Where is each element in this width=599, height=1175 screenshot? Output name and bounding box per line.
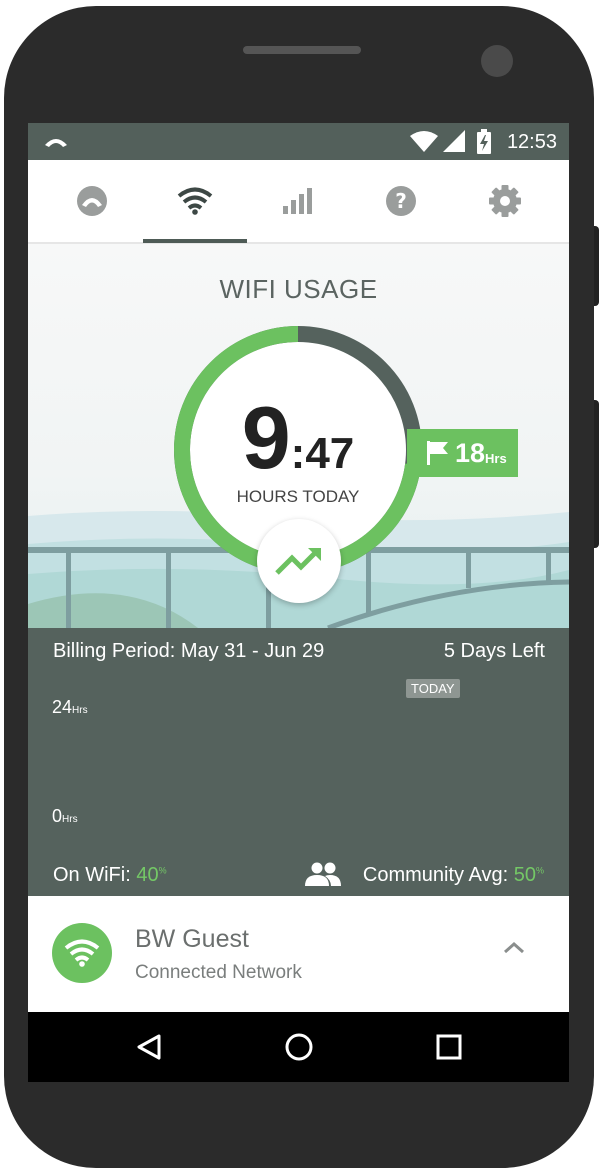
app-screen: 12:53 ? WIFI USAGE 9:47 HOURS TODAY 18 H… <box>28 123 569 1082</box>
hours-today-label: HOURS TODAY <box>236 487 360 506</box>
settings-gear-icon <box>489 185 521 217</box>
goal-unit: Hrs <box>485 450 507 466</box>
wifi-icon <box>64 939 100 967</box>
trend-button[interactable] <box>257 519 341 603</box>
help-icon: ? <box>386 186 416 216</box>
on-wifi-value-wrap: 40% <box>136 864 166 886</box>
usage-minutes: :47 <box>290 429 355 478</box>
status-bar: 12:53 <box>28 123 569 160</box>
chevron-up-icon[interactable] <box>501 940 527 956</box>
trending-up-icon <box>275 548 321 575</box>
network-avatar <box>52 923 112 983</box>
usage-title: WIFI USAGE <box>219 274 378 304</box>
community-people-icon <box>305 862 341 886</box>
usage-hero: WIFI USAGE 9:47 HOURS TODAY 18 Hrs <box>28 244 569 628</box>
tab-settings[interactable] <box>453 160 557 242</box>
wifi-icon <box>410 131 438 152</box>
status-time: 12:53 <box>506 131 557 153</box>
app-logo-icon <box>77 186 107 216</box>
battery-charging-icon <box>477 129 491 154</box>
app-notification-icon <box>45 139 67 147</box>
back-button[interactable] <box>124 1027 174 1067</box>
home-circle-icon <box>285 1033 313 1061</box>
usage-hours: 9 <box>241 388 291 487</box>
community-avg-unit: % <box>535 865 544 876</box>
flag-icon <box>427 441 448 465</box>
community-avg-value: 50 <box>513 864 536 886</box>
wifi-icon <box>177 187 213 215</box>
tab-bar: ? <box>28 160 569 244</box>
daily-usage-chart <box>28 628 569 858</box>
network-name: BW Guest <box>135 925 249 953</box>
connected-network-card[interactable]: BW Guest Connected Network <box>28 896 569 1012</box>
active-tab-indicator <box>143 239 247 243</box>
on-wifi-label: On WiFi: <box>53 864 131 886</box>
phone-volume-button <box>594 226 599 306</box>
usage-history: Billing Period: May 31 - Jun 29 5 Days L… <box>28 628 569 896</box>
on-wifi-value: 40 <box>136 864 159 886</box>
svg-text:?: ? <box>395 189 407 213</box>
recents-button[interactable] <box>424 1027 474 1067</box>
community-avg-label: Community Avg: <box>362 864 509 886</box>
cell-signal-icon <box>443 130 465 152</box>
phone-camera <box>481 45 513 77</box>
system-nav-bar <box>28 1012 569 1082</box>
on-wifi-summary: On WiFi: 40% <box>53 864 167 887</box>
back-triangle-icon <box>137 1034 161 1060</box>
tab-help[interactable]: ? <box>349 160 453 242</box>
daily-goal-badge[interactable]: 18 Hrs <box>407 429 518 477</box>
tab-wifi[interactable] <box>143 160 247 242</box>
usage-time: 9:47 <box>170 394 426 482</box>
tab-home[interactable] <box>40 160 144 242</box>
community-avg-value-wrap: 50% <box>514 864 544 886</box>
tab-cellular[interactable] <box>246 160 350 242</box>
community-avg-summary: Community Avg: 50% <box>363 864 544 887</box>
home-button[interactable] <box>274 1027 324 1067</box>
recents-square-icon <box>436 1034 462 1060</box>
cell-signal-icon <box>283 188 312 214</box>
phone-speaker <box>243 46 361 54</box>
goal-value: 18 <box>455 437 486 468</box>
network-status: Connected Network <box>135 962 302 983</box>
phone-power-button <box>594 400 599 548</box>
on-wifi-unit: % <box>158 865 167 876</box>
